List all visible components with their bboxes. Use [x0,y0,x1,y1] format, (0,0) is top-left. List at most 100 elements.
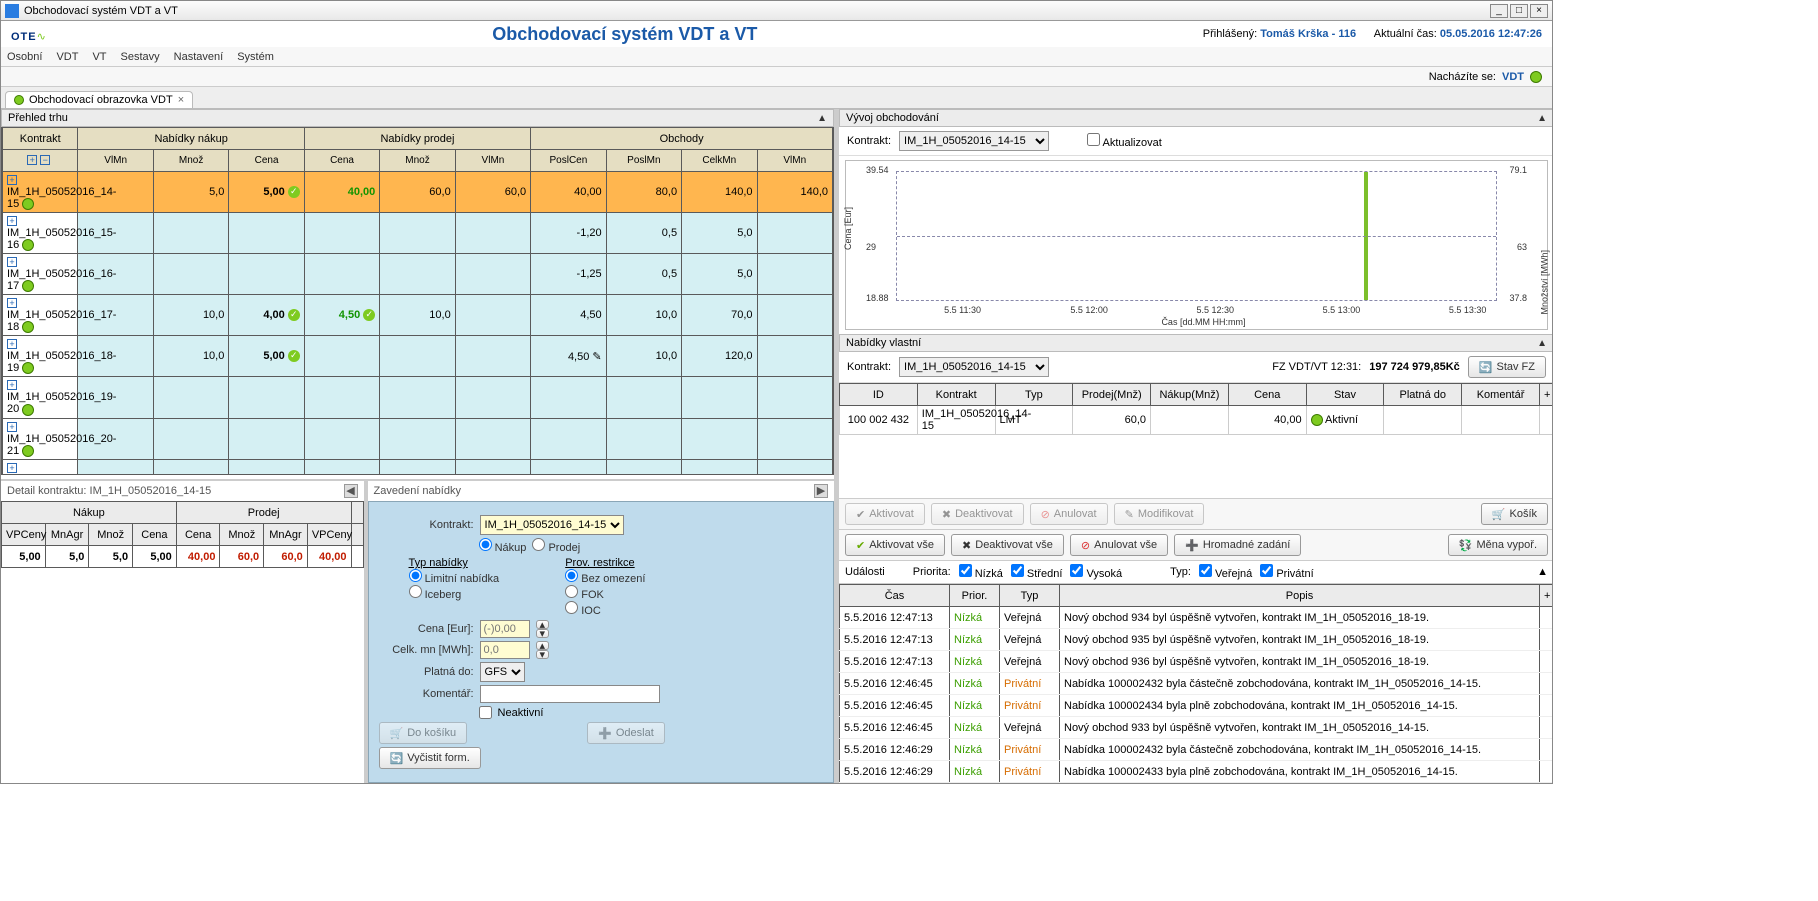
chk-verejna[interactable] [1199,564,1212,577]
d-v7: 40,00 [307,546,351,568]
event-row[interactable]: 5.5.2016 12:47:13NízkáVeřejnáNový obchod… [840,607,1553,629]
chk-neaktivni[interactable] [479,706,492,719]
event-row[interactable]: 5.5.2016 12:46:29NízkáPrivátníNabídka 10… [840,761,1553,783]
menubar: Osobní VDT VT Sestavy Nastavení Systém [1,47,1552,67]
select-platna[interactable]: GFS [480,662,525,682]
lbl-prodej: Prodej [548,542,580,554]
radio-iceberg[interactable] [409,585,422,598]
close-button[interactable]: × [1530,4,1548,18]
select-chart-kontrakt[interactable]: IM_1H_05052016_14-15 [899,131,1049,151]
lbl-typ-filter: Typ: [1170,566,1191,578]
tab-trading-screen[interactable]: Obchodovací obrazovka VDT × [5,91,193,108]
close-icon[interactable]: × [178,94,184,106]
event-row[interactable]: 5.5.2016 12:46:45NízkáPrivátníNabídka 10… [840,695,1553,717]
chk-stredni[interactable] [1011,564,1024,577]
spin-down-icon[interactable]: ▾ [536,650,550,659]
market-row[interactable]: +IM_1H_05052016_15-16 -1,200,55,0 [3,213,833,254]
input-mn[interactable] [480,641,530,659]
menu-system[interactable]: Systém [237,51,274,63]
panel-trade-dev: Vývoj obchodování [846,112,939,124]
btn-deaktivovat-vse[interactable]: ✖ Deaktivovat vše [951,534,1064,556]
event-row[interactable]: 5.5.2016 12:46:29NízkáPrivátníNabídka 10… [840,739,1553,761]
collapse-icon[interactable]: ▲ [1537,113,1547,124]
menu-vt[interactable]: VT [92,51,106,63]
lbl-neaktivni: Neaktivní [498,707,544,719]
collapse-icon[interactable]: ▲ [1537,338,1547,349]
btn-odeslat[interactable]: ➕ Odeslat [587,722,665,744]
d-mnoz: Množ [89,524,133,546]
own-offer-row[interactable]: 100 002 432 IM_1H_05052016_14-15 LMT 60,… [840,406,1553,435]
collapse-left-icon[interactable]: ◀ [344,484,358,498]
menu-osobni[interactable]: Osobní [7,51,42,63]
radio-nakup[interactable] [479,538,492,551]
radio-bez[interactable] [565,569,578,582]
xtick: 5.5 12:30 [1197,305,1235,315]
spin-down-icon[interactable]: ▾ [536,629,550,638]
market-row[interactable]: +IM_1H_05052016_21-22 [3,459,833,475]
btn-modifikovat[interactable]: ✎ Modifikovat [1114,503,1205,525]
market-row[interactable]: +IM_1H_05052016_14-15 5,05,00 ✓40,00 60,… [3,172,833,213]
market-table: Kontrakt Nabídky nákup Nabídky prodej Ob… [2,127,833,475]
menu-vdt[interactable]: VDT [56,51,78,63]
col-buy: Nabídky nákup [78,128,304,150]
lbl-prov: Prov. restrikce [565,557,634,569]
event-row[interactable]: 5.5.2016 12:47:13NízkáVeřejnáNový obchod… [840,629,1553,651]
d-vpceny: VPCeny [2,524,46,546]
btn-deaktivovat[interactable]: ✖ Deaktivovat [931,503,1024,525]
d-mnagr: MnAgr [45,524,89,546]
radio-limit[interactable] [409,569,422,582]
minimize-button[interactable]: _ [1490,4,1508,18]
radio-fok[interactable] [565,585,578,598]
expand-all-icon[interactable]: + [27,155,37,165]
btn-do-kosiku[interactable]: 🛒 Do košíku [379,722,468,744]
lbl-cena: Cena [Eur]: [379,623,474,635]
chk-vysoka[interactable] [1070,564,1083,577]
btn-mena[interactable]: 💱 Měna vypoř. [1448,534,1548,556]
lbl-priorita: Priorita: [913,566,951,578]
market-row[interactable]: +IM_1H_05052016_20-21 [3,418,833,459]
y2tick: 79.1 [1509,165,1527,175]
market-row[interactable]: +IM_1H_05052016_16-17 -1,250,55,0 [3,254,833,295]
col-vlmn: VlMn [78,150,153,172]
radio-ioc[interactable] [565,601,578,614]
btn-kosik[interactable]: 🛒 Košík [1481,503,1548,525]
menu-nastaveni[interactable]: Nastavení [174,51,224,63]
lbl-kom: Komentář: [379,688,474,700]
ytick: 29 [866,242,876,252]
form-kontrakt-select[interactable]: IM_1H_05052016_14-15 [480,515,624,535]
event-row[interactable]: 5.5.2016 12:47:13NízkáVeřejnáNový obchod… [840,651,1553,673]
btn-aktivovat[interactable]: ✔ Aktivovat [845,503,925,525]
chk-nizka[interactable] [959,564,972,577]
btn-anulovat-vse[interactable]: ⊘ Anulovat vše [1070,534,1168,556]
select-own-kontrakt[interactable]: IM_1H_05052016_14-15 [899,357,1049,377]
collapse-icon[interactable]: ▲ [817,113,827,124]
panel-events: Události [845,566,885,578]
own-col-typ: Typ [995,384,1073,406]
chk-privatni[interactable] [1260,564,1273,577]
maximize-button[interactable]: □ [1510,4,1528,18]
market-row[interactable]: +IM_1H_05052016_17-18 10,04,00 ✓4,50 ✓10… [3,295,833,336]
col-sell: Nabídky prodej [304,128,530,150]
btn-anulovat[interactable]: ⊘ Anulovat [1030,503,1108,525]
btn-aktivovat-vse[interactable]: ✔ Aktivovat vše [845,534,945,556]
market-row[interactable]: +IM_1H_05052016_18-19 10,05,00 ✓4,50 ✎10… [3,336,833,377]
btn-hromadne[interactable]: ➕ Hromadné zadání [1174,534,1301,556]
radio-prodej[interactable] [532,538,545,551]
chart: Cena [Eur] Množství [MWh] 39.54 29 18.88… [845,160,1548,330]
y2tick: 63 [1517,242,1527,252]
col-poslcen: PoslCen [531,150,606,172]
collapse-all-icon[interactable]: − [40,155,50,165]
collapse-right-icon[interactable]: ▶ [814,484,828,498]
input-cena[interactable] [480,620,530,638]
own-col-id: ID [840,384,918,406]
chk-aktualizovat[interactable] [1087,133,1100,146]
event-row[interactable]: 5.5.2016 12:46:45NízkáPrivátníNabídka 10… [840,673,1553,695]
event-row[interactable]: 5.5.2016 12:46:45NízkáVeřejnáNový obchod… [840,717,1553,739]
menu-sestavy[interactable]: Sestavy [121,51,160,63]
market-row[interactable]: +IM_1H_05052016_19-20 [3,377,833,418]
input-komentar[interactable] [480,685,660,703]
btn-vycistit[interactable]: 🔄 Vyčistit form. [379,747,481,769]
d-cena2: Cena [176,524,220,546]
btn-stav-fz[interactable]: 🔄 Stav FZ [1468,356,1546,378]
collapse-icon[interactable]: ▲ [1537,566,1548,578]
